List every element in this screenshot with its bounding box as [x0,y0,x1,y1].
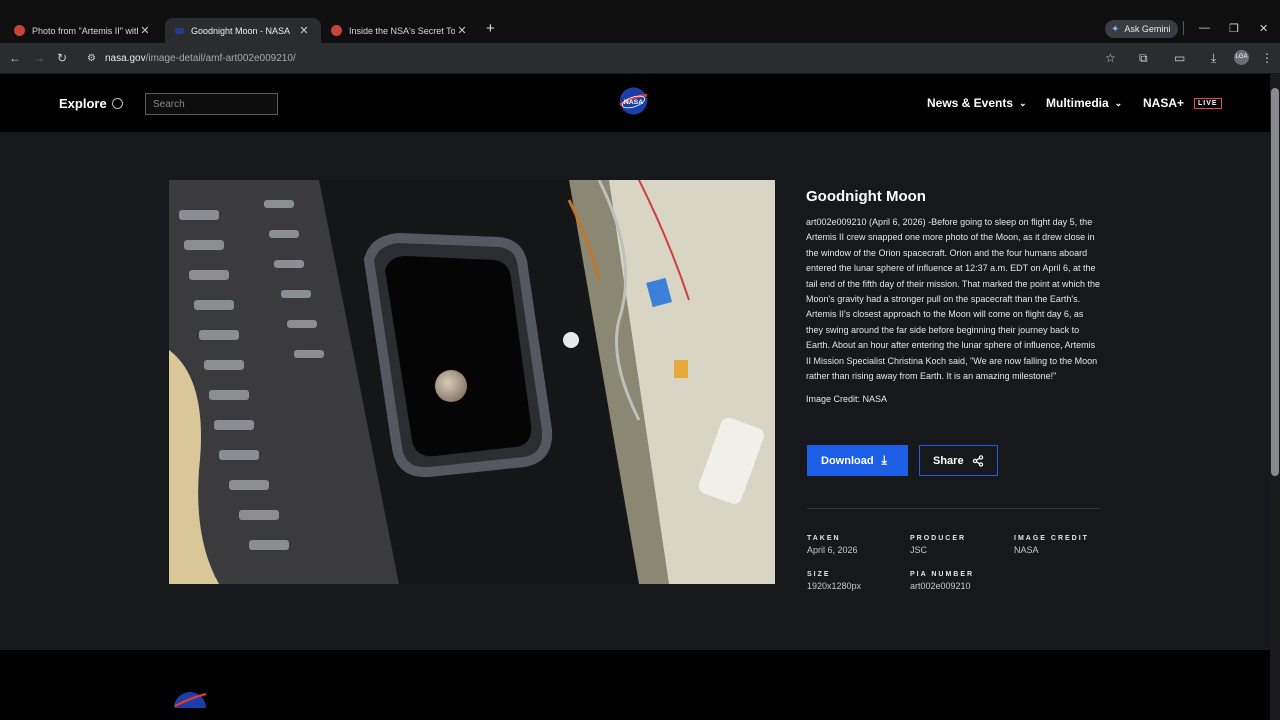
reload-icon[interactable]: ↻ [57,50,67,66]
bookmark-star-icon[interactable]: ☆ [1105,50,1116,66]
search-input[interactable] [145,93,278,115]
tab-close-icon[interactable]: ✕ [455,24,469,37]
site-footer [0,650,1270,720]
download-icon: ⤓ [881,453,887,467]
tab-close-icon[interactable]: ✕ [138,24,152,37]
minimize-icon[interactable]: — [1199,22,1210,34]
footer-nasa-logo[interactable] [172,688,208,708]
share-label: Share [933,454,964,467]
toolbar-separator [1183,21,1184,35]
meta-producer-value: JSC [910,545,928,555]
live-badge: LIVE [1194,97,1222,109]
download-button[interactable]: Download ⤓ [807,445,908,476]
scrollbar-thumb[interactable] [1271,88,1279,476]
url-host: nasa.gov [105,52,146,64]
extensions-icon[interactable]: ⧉ [1139,50,1148,66]
nav-label: Multimedia [1046,96,1109,110]
ask-gemini-button[interactable]: ✦ Ask Gemini [1105,20,1179,38]
nasa-meatball-logo[interactable]: NASA [617,86,650,116]
share-icon [972,454,983,467]
tab-close-icon[interactable]: ✕ [297,24,311,37]
gemini-sparkle-icon: ✦ [1111,23,1120,35]
nasa-favicon-icon [175,27,184,34]
details-divider [807,508,1100,509]
restore-icon[interactable]: ❐ [1229,22,1239,35]
meta-size-label: SIZE [807,571,831,578]
goodnight-moon-photo [169,180,775,584]
meta-size-value: 1920x1280px [807,581,862,591]
nav-multimedia[interactable]: Multimedia ⌄ [1046,96,1122,110]
browser-tab-active[interactable]: Goodnight Moon - NASA ✕ [165,18,321,43]
tab-title: Goodnight Moon - NASA [191,25,291,36]
downloads-icon[interactable]: ⤓ [1211,50,1216,66]
tab-title: Photo from "Artemis II" with n [32,25,138,36]
spacecraft-window-image [169,180,775,584]
site-info-icon[interactable]: ⚙ [87,53,96,64]
meta-pia-value: art002e009210 [910,581,971,591]
page-title: Goodnight Moon [806,188,926,205]
explore-menu[interactable]: Explore [59,96,107,111]
ask-gemini-label: Ask Gemini [1124,24,1171,34]
back-icon[interactable]: ← [9,50,21,66]
meta-taken-label: TAKEN [807,535,841,542]
image-description: art002e009210 (April 6, 2026) -Before go… [806,217,1100,382]
cast-icon[interactable]: ▭ [1174,50,1185,66]
meta-producer-label: PRODUCER [910,535,967,542]
tab-title: Inside the NSA's Secret Tool for [349,25,455,36]
explore-toggle-icon[interactable] [112,98,123,109]
new-tab-icon[interactable]: + [486,20,495,37]
url-path: /image-detail/amf-art002e009210/ [145,52,296,64]
forward-icon[interactable]: → [33,50,45,66]
tab-favicon-icon [14,25,25,36]
meta-credit-label: IMAGE CREDIT [1014,535,1089,542]
download-label: Download [821,454,874,467]
nav-label: NASA+ [1143,96,1185,110]
image-credit-line: Image Credit: NASA [806,394,888,405]
tab-favicon-icon [331,25,342,36]
chevron-down-icon: ⌄ [1114,97,1123,108]
profile-avatar[interactable]: LGA [1234,50,1249,65]
meta-taken-value: April 6, 2026 [807,545,858,555]
browser-tab[interactable]: Photo from "Artemis II" with n ✕ [4,18,162,43]
nav-news-events[interactable]: News & Events ⌄ [927,96,1027,110]
svg-text:NASA: NASA [624,99,643,106]
address-bar[interactable]: ⚙ nasa.gov/image-detail/amf-art002e00921… [80,47,1128,69]
browser-tabstrip: Photo from "Artemis II" with n ✕ Goodnig… [0,0,1280,43]
window-close-icon[interactable]: ✕ [1259,22,1268,35]
menu-kebab-icon[interactable]: ⋮ [1261,50,1273,66]
meta-pia-label: PIA NUMBER [910,571,975,578]
nav-label: News & Events [927,96,1014,110]
browser-tab[interactable]: Inside the NSA's Secret Tool for ✕ [321,18,479,43]
chevron-down-icon: ⌄ [1019,97,1027,108]
image-details: Goodnight Moon art002e009210 (April 6, 2… [806,188,1102,404]
share-button[interactable]: Share [919,445,998,476]
nav-nasa-plus[interactable]: NASA+ LIVE [1143,96,1222,110]
meta-credit-value: NASA [1014,545,1039,555]
